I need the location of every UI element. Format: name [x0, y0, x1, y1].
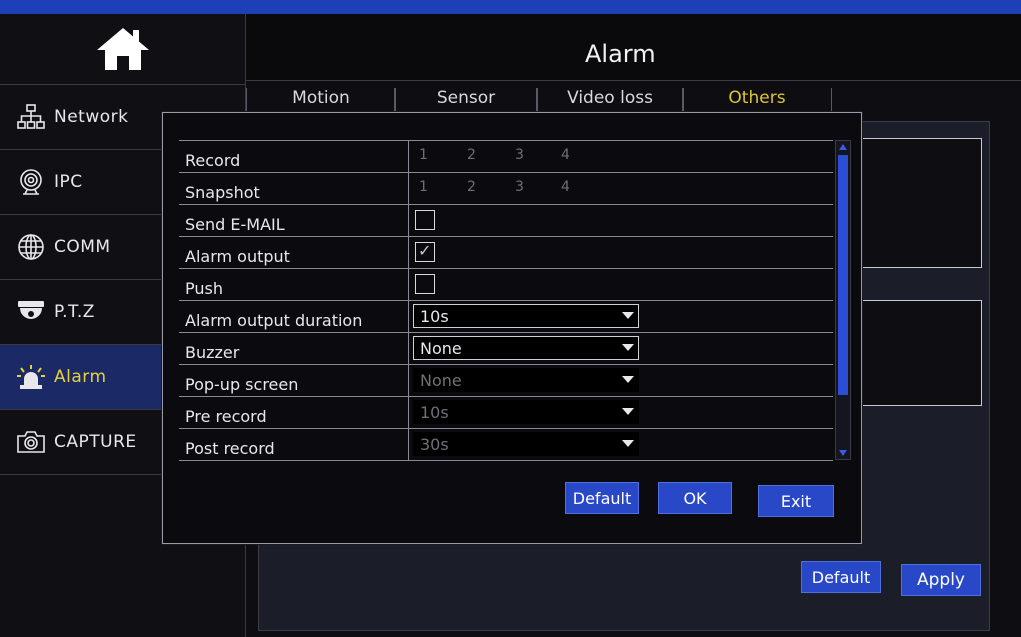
page-title: Alarm	[585, 40, 656, 68]
channel-2[interactable]: 2	[467, 147, 476, 163]
capture-camera-icon	[16, 427, 46, 457]
preview-box-top	[856, 138, 982, 268]
chevron-down-icon	[622, 344, 634, 351]
table-row-send-email: Send E-MAIL	[179, 205, 833, 237]
send-email-cell	[409, 205, 833, 236]
tab-label: Video loss	[567, 88, 653, 108]
sidebar-item-label: COMM	[54, 237, 111, 257]
row-label: Send E-MAIL	[179, 205, 409, 236]
top-bar	[0, 0, 1021, 14]
select-value: 10s	[420, 402, 449, 422]
select-value: 30s	[420, 434, 449, 454]
select-value: 10s	[420, 306, 449, 326]
camera-icon	[16, 167, 46, 197]
sidebar-item-label: IPC	[54, 172, 83, 192]
table-row-popup-screen: Pop-up screen None	[179, 365, 833, 397]
globe-icon	[16, 232, 46, 262]
page-default-button[interactable]: Default	[801, 561, 881, 593]
channel-2[interactable]: 2	[467, 179, 476, 195]
tab-label: Others	[728, 88, 786, 108]
row-label: Push	[179, 269, 409, 300]
popup-screen-select[interactable]: None	[413, 368, 639, 392]
tab-label: Motion	[292, 88, 350, 108]
chevron-down-icon	[622, 312, 634, 319]
channel-1[interactable]: 1	[419, 147, 428, 163]
post-record-cell: 30s	[409, 429, 833, 460]
alarm-output-duration-select[interactable]: 10s	[413, 304, 639, 328]
chevron-down-icon	[622, 440, 634, 447]
chevron-down-icon	[622, 376, 634, 383]
app-window: Network IPC COMM P.T.Z Alarm CAPTURE Ala…	[0, 0, 1021, 637]
sidebar-item-label: CAPTURE	[54, 432, 137, 452]
row-label: Pre record	[179, 397, 409, 428]
push-checkbox[interactable]	[415, 274, 435, 294]
row-label: Buzzer	[179, 333, 409, 364]
table-row-alarm-output-duration: Alarm output duration 10s	[179, 301, 833, 333]
send-email-checkbox[interactable]	[415, 210, 435, 230]
alarm-output-duration-cell: 10s	[409, 301, 833, 332]
exit-button[interactable]: Exit	[758, 485, 834, 517]
record-channels: 1 2 3 4	[409, 141, 833, 172]
dialog-scrollbar[interactable]	[835, 140, 851, 460]
row-label: Post record	[179, 429, 409, 460]
channel-4[interactable]: 4	[561, 147, 570, 163]
alarm-siren-icon	[16, 362, 46, 392]
channel-3[interactable]: 3	[515, 147, 524, 163]
channel-4[interactable]: 4	[561, 179, 570, 195]
channel-1[interactable]: 1	[419, 179, 428, 195]
sidebar-item-label: Alarm	[54, 367, 107, 387]
tab-label: Sensor	[436, 88, 496, 108]
table-row-snapshot: Snapshot 1 2 3 4	[179, 173, 833, 205]
snapshot-channels: 1 2 3 4	[409, 173, 833, 204]
scroll-up-icon[interactable]	[839, 144, 847, 150]
post-record-select[interactable]: 30s	[413, 432, 639, 456]
preview-box-bottom	[856, 300, 982, 406]
table-row-buzzer: Buzzer None	[179, 333, 833, 365]
row-label: Pop-up screen	[179, 365, 409, 396]
table-row-push: Push	[179, 269, 833, 301]
row-label: Record	[179, 141, 409, 172]
table-row-pre-record: Pre record 10s	[179, 397, 833, 429]
alarm-output-cell	[409, 237, 833, 268]
ok-button[interactable]: OK	[658, 482, 732, 514]
buzzer-select[interactable]: None	[413, 336, 639, 360]
select-value: None	[420, 370, 462, 390]
home-icon	[96, 28, 149, 70]
network-icon	[16, 102, 46, 132]
row-label: Snapshot	[179, 173, 409, 204]
scroll-thumb[interactable]	[838, 155, 848, 395]
home-button[interactable]	[0, 14, 245, 84]
channel-3[interactable]: 3	[515, 179, 524, 195]
sidebar-item-label: Network	[54, 107, 129, 127]
alarm-output-checkbox[interactable]	[415, 241, 435, 262]
pre-record-select[interactable]: 10s	[413, 400, 639, 424]
row-label: Alarm output	[179, 237, 409, 268]
chevron-down-icon	[622, 408, 634, 415]
table-row-record: Record 1 2 3 4	[179, 141, 833, 173]
sidebar-item-label: P.T.Z	[54, 302, 95, 322]
settings-table: Record 1 2 3 4 Snapshot 1 2 3 4 Send E-M…	[179, 140, 833, 461]
scroll-down-icon[interactable]	[839, 450, 847, 456]
table-row-alarm-output: Alarm output	[179, 237, 833, 269]
select-value: None	[420, 338, 462, 358]
apply-button[interactable]: Apply	[901, 564, 981, 596]
others-settings-dialog: Record 1 2 3 4 Snapshot 1 2 3 4 Send E-M…	[162, 112, 862, 544]
popup-screen-cell: None	[409, 365, 833, 396]
row-label: Alarm output duration	[179, 301, 409, 332]
dome-camera-icon	[16, 297, 46, 327]
dialog-default-button[interactable]: Default	[565, 482, 639, 514]
buzzer-cell: None	[409, 333, 833, 364]
table-row-post-record: Post record 30s	[179, 429, 833, 461]
pre-record-cell: 10s	[409, 397, 833, 428]
push-cell	[409, 269, 833, 300]
